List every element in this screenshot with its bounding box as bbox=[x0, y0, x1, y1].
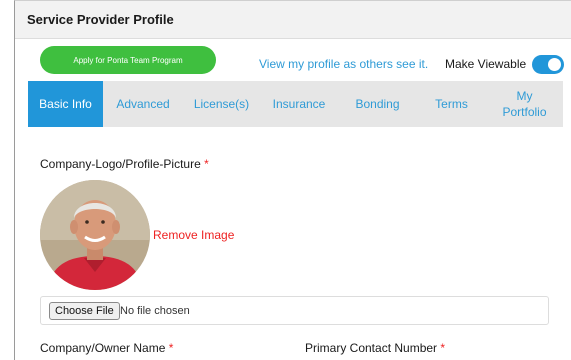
tab-licenses[interactable]: License(s) bbox=[183, 81, 260, 127]
tab-my-portfolio[interactable]: My Portfolio bbox=[486, 81, 563, 127]
apply-team-program-button[interactable]: Apply for Ponta Team Program bbox=[40, 46, 216, 74]
view-profile-link[interactable]: View my profile as others see it. bbox=[259, 57, 428, 71]
logo-field-label: Company-Logo/Profile-Picture * bbox=[40, 157, 209, 171]
tab-bonding[interactable]: Bonding bbox=[338, 81, 417, 127]
required-asterisk: * bbox=[168, 341, 174, 355]
panel-header: Service Provider Profile bbox=[15, 1, 571, 39]
file-status-text: No file chosen bbox=[120, 305, 190, 317]
tab-insurance[interactable]: Insurance bbox=[260, 81, 338, 127]
make-viewable-toggle[interactable] bbox=[532, 55, 564, 74]
make-viewable-label: Make Viewable bbox=[445, 57, 527, 71]
required-asterisk: * bbox=[440, 341, 446, 355]
company-owner-label: Company/Owner Name * bbox=[40, 341, 173, 355]
primary-contact-label-text: Primary Contact Number bbox=[305, 341, 438, 355]
tab-advanced[interactable]: Advanced bbox=[103, 81, 183, 127]
tab-terms[interactable]: Terms bbox=[417, 81, 486, 127]
tab-basic-info[interactable]: Basic Info bbox=[28, 81, 103, 127]
primary-contact-label: Primary Contact Number * bbox=[305, 341, 445, 355]
page-title: Service Provider Profile bbox=[27, 12, 174, 27]
profile-tabs: Basic Info Advanced License(s) Insurance… bbox=[28, 81, 563, 127]
profile-avatar bbox=[40, 180, 150, 290]
profile-panel: Service Provider Profile Apply for Ponta… bbox=[14, 0, 571, 360]
remove-image-link[interactable]: Remove Image bbox=[153, 228, 234, 242]
file-upload-field: Choose File No file chosen bbox=[40, 296, 549, 325]
toggle-knob bbox=[548, 58, 561, 71]
logo-label-text: Company-Logo/Profile-Picture bbox=[40, 157, 201, 171]
choose-file-button[interactable]: Choose File bbox=[49, 302, 120, 320]
required-asterisk: * bbox=[204, 157, 209, 171]
company-owner-label-text: Company/Owner Name bbox=[40, 341, 166, 355]
